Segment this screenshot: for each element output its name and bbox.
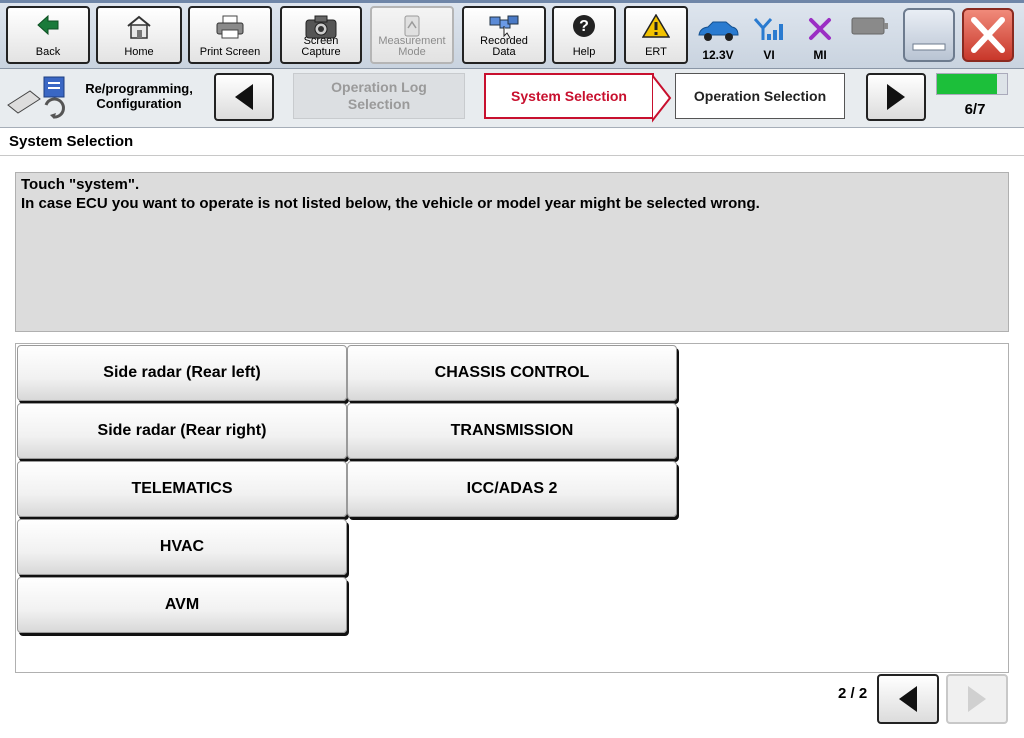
mi-label: MI xyxy=(813,48,827,62)
crumb-operation-log-label: Operation Log Selection xyxy=(331,79,427,112)
prev-page-button[interactable] xyxy=(877,674,939,724)
ert-label: ERT xyxy=(645,46,667,58)
vehicle-icon xyxy=(698,21,739,41)
ert-button[interactable]: ERT xyxy=(624,6,688,64)
mi-status: MI xyxy=(798,10,842,62)
printer-icon xyxy=(216,15,244,39)
system-side-radar-rear-right[interactable]: Side radar (Rear right) xyxy=(17,403,347,459)
breadcrumb: Re/programming, Configuration Operation … xyxy=(0,69,1024,128)
warning-icon xyxy=(642,14,670,38)
back-label: Back xyxy=(35,46,61,58)
crumb-operation-log[interactable]: Operation Log Selection xyxy=(293,73,465,119)
message-line-1: Touch "system". xyxy=(21,176,140,193)
crumb-operation-selection[interactable]: Operation Selection xyxy=(675,73,845,119)
arrow-left-icon xyxy=(235,84,253,110)
page-indicator: 2 / 2 xyxy=(838,685,868,702)
help-icon: ? xyxy=(573,15,595,37)
home-button[interactable]: Home xyxy=(96,6,182,64)
system-list: Side radar (Rear left) Side radar (Rear … xyxy=(15,343,1009,673)
minimize-icon xyxy=(912,43,946,51)
instruction-message: Touch "system". In case ECU you want to … xyxy=(15,172,1009,332)
close-button[interactable] xyxy=(962,8,1014,62)
mi-disconnected-icon xyxy=(809,18,831,40)
prev-step-button[interactable] xyxy=(214,73,274,121)
system-hvac[interactable]: HVAC xyxy=(17,519,347,575)
crumb-pointer-icon xyxy=(652,73,672,123)
vi-label: VI xyxy=(763,48,775,62)
print-screen-button[interactable]: Print Screen xyxy=(188,6,272,64)
battery-icon xyxy=(851,17,888,35)
home-icon xyxy=(127,15,151,39)
page-title: System Selection xyxy=(0,128,1024,156)
help-button[interactable]: ? Help xyxy=(552,6,616,64)
crumb-system-selection: System Selection xyxy=(484,73,654,119)
vi-signal-icon xyxy=(753,18,783,40)
arrow-right-icon xyxy=(968,686,986,712)
voltage-value: 12.3V xyxy=(702,48,734,62)
svg-text:?: ? xyxy=(579,18,589,35)
home-label: Home xyxy=(124,46,154,58)
measurement-mode-button: Measurement Mode xyxy=(370,6,454,64)
arrow-left-icon xyxy=(899,686,917,712)
screen-capture-button[interactable]: Screen Capture xyxy=(280,6,362,64)
back-arrow-icon xyxy=(37,14,59,36)
progress-fill xyxy=(937,74,997,94)
camera-icon xyxy=(305,15,337,39)
message-line-2: In case ECU you want to operate is not l… xyxy=(21,195,760,212)
battery-voltage-status: 12.3V xyxy=(696,10,740,62)
system-icc-adas-2[interactable]: ICC/ADAS 2 xyxy=(347,461,677,517)
measurement-mode-label: Measurement Mode xyxy=(378,35,446,58)
system-chassis-control[interactable]: CHASSIS CONTROL xyxy=(347,345,677,401)
system-avm[interactable]: AVM xyxy=(17,577,347,633)
crumb-system-selection-label: System Selection xyxy=(511,87,627,104)
reprogramming-icon xyxy=(7,76,65,119)
reprogramming-label: Re/programming, Configuration xyxy=(85,81,193,111)
measurement-icon xyxy=(404,15,420,37)
back-button[interactable]: Back xyxy=(6,6,90,64)
recorded-data-button[interactable]: Recorded Data xyxy=(462,6,546,64)
crumb-operation-selection-label: Operation Selection xyxy=(693,87,827,104)
main-toolbar: Back Home Print Screen Screen Capture Me… xyxy=(0,0,1024,69)
title-strip xyxy=(0,0,1024,3)
minimize-button[interactable] xyxy=(903,8,955,62)
arrow-right-icon xyxy=(887,84,905,110)
vi-status: VI xyxy=(747,10,791,62)
recorded-data-icon xyxy=(489,15,519,39)
step-progress: 6/7 xyxy=(936,73,1018,123)
system-side-radar-rear-left[interactable]: Side radar (Rear left) xyxy=(17,345,347,401)
progress-bar xyxy=(936,73,1008,95)
system-telematics[interactable]: TELEMATICS xyxy=(17,461,347,517)
next-page-button xyxy=(946,674,1008,724)
next-step-button[interactable] xyxy=(866,73,926,121)
help-label: Help xyxy=(572,46,596,58)
system-transmission[interactable]: TRANSMISSION xyxy=(347,403,677,459)
close-icon xyxy=(971,17,1005,53)
print-screen-label: Print Screen xyxy=(199,46,261,58)
step-counter: 6/7 xyxy=(964,101,986,118)
